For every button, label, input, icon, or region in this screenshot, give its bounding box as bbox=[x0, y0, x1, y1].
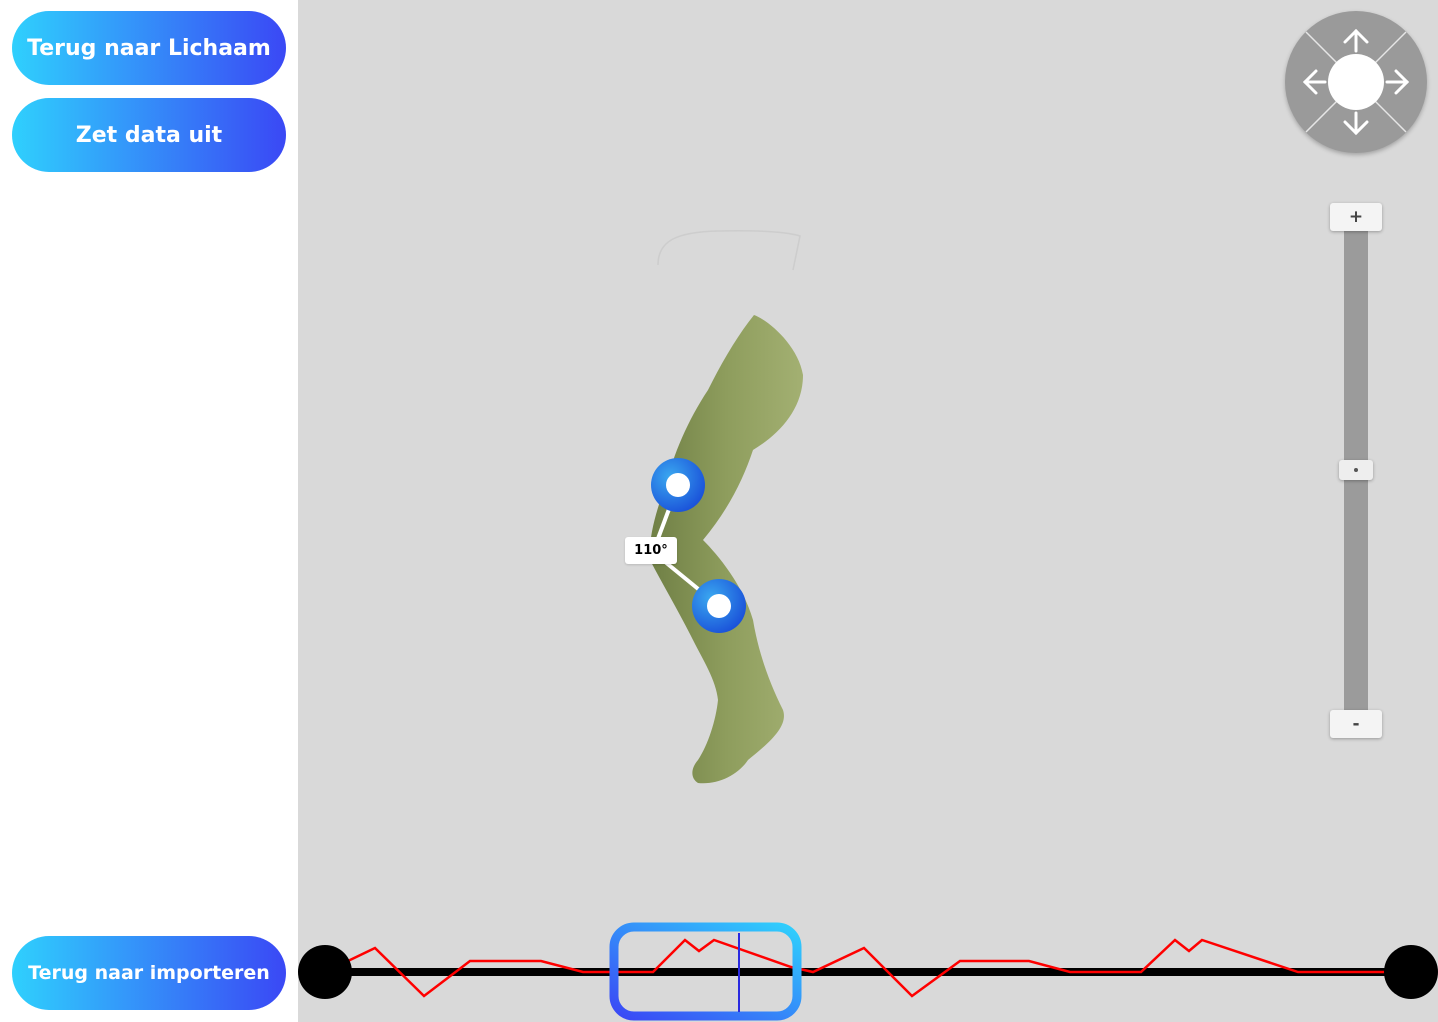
3d-viewport[interactable]: 110° + - bbox=[298, 0, 1438, 1022]
timeline[interactable] bbox=[298, 900, 1438, 1022]
ghost-outline bbox=[657, 230, 801, 271]
timeline-end-handle[interactable] bbox=[1384, 945, 1438, 999]
zoom-out-button[interactable]: - bbox=[1330, 710, 1382, 738]
thumb-grip-icon bbox=[1354, 468, 1358, 472]
leg-model bbox=[649, 230, 803, 784]
navigation-pad[interactable] bbox=[1285, 11, 1427, 153]
toggle-data-button[interactable]: Zet data uit bbox=[12, 98, 286, 172]
back-to-body-button[interactable]: Terug naar Lichaam bbox=[12, 11, 286, 85]
timeline-start-handle[interactable] bbox=[298, 945, 352, 999]
back-to-import-button[interactable]: Terug naar importeren bbox=[12, 936, 286, 1010]
pan-arrows-icon bbox=[1302, 28, 1410, 136]
knee-joint-marker[interactable] bbox=[692, 579, 746, 633]
zoom-slider-thumb[interactable] bbox=[1339, 460, 1373, 480]
hip-joint-marker[interactable] bbox=[651, 458, 705, 512]
sidebar: Terug naar Lichaam Zet data uit Terug na… bbox=[0, 0, 298, 1022]
angle-label: 110° bbox=[625, 537, 677, 564]
zoom-in-button[interactable]: + bbox=[1330, 203, 1382, 231]
